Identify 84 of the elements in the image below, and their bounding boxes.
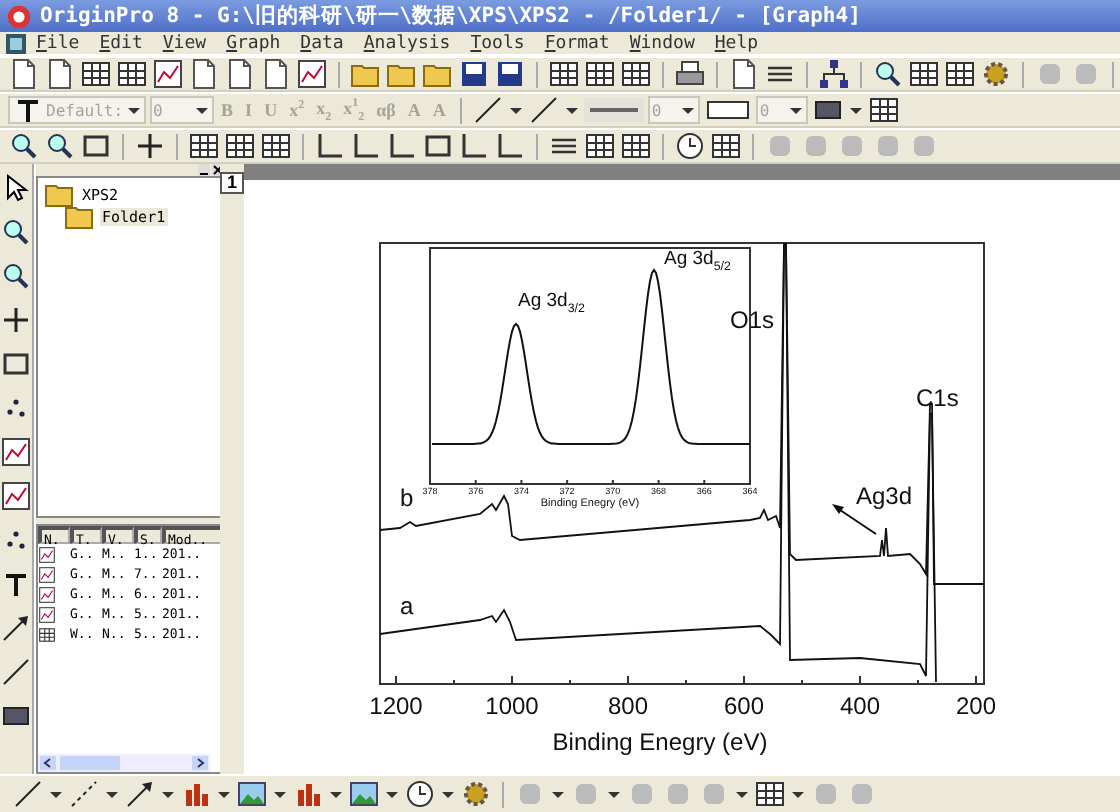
document-menu-icon[interactable] bbox=[6, 33, 26, 54]
dashed-line-icon[interactable] bbox=[68, 778, 100, 810]
tick-label: 1200 bbox=[369, 694, 423, 718]
gear-icon[interactable] bbox=[980, 58, 1012, 90]
magnifier-icon[interactable] bbox=[0, 216, 32, 248]
table-icon[interactable] bbox=[584, 130, 616, 162]
tick-label: 1000 bbox=[485, 694, 539, 718]
magnifier-icon[interactable] bbox=[872, 58, 904, 90]
picture-icon[interactable] bbox=[236, 778, 268, 810]
document-icon[interactable] bbox=[188, 58, 220, 90]
table-icon[interactable] bbox=[710, 130, 742, 162]
axes-icon[interactable] bbox=[314, 130, 346, 162]
chart-icon[interactable] bbox=[0, 436, 32, 468]
document-icon[interactable] bbox=[44, 58, 76, 90]
menu-item[interactable]: Data bbox=[290, 33, 354, 54]
series-label: b bbox=[400, 486, 414, 510]
table-icon[interactable] bbox=[260, 130, 292, 162]
clock-icon[interactable] bbox=[674, 130, 706, 162]
document-icon[interactable] bbox=[8, 58, 40, 90]
tick-label: 200 bbox=[955, 694, 997, 718]
chart-icon[interactable] bbox=[152, 58, 184, 90]
arrow-icon[interactable] bbox=[0, 612, 32, 644]
peak-label: C1s bbox=[916, 386, 959, 410]
line-icon[interactable] bbox=[12, 778, 44, 810]
printer-icon[interactable] bbox=[674, 58, 706, 90]
menu-item[interactable]: Tools bbox=[460, 33, 535, 54]
table-icon[interactable] bbox=[80, 58, 112, 90]
app-logo-icon bbox=[6, 3, 32, 30]
hierarchy-icon[interactable] bbox=[818, 58, 850, 90]
crosshair-icon[interactable] bbox=[134, 130, 166, 162]
text-tool-icon[interactable] bbox=[0, 568, 32, 600]
line-icon[interactable] bbox=[0, 656, 32, 688]
magnifier-icon[interactable] bbox=[44, 130, 76, 162]
axes-icon[interactable] bbox=[350, 130, 382, 162]
table-icon[interactable] bbox=[188, 130, 220, 162]
chart-icon[interactable] bbox=[0, 480, 32, 512]
frame-icon[interactable] bbox=[80, 130, 112, 162]
document-icon[interactable] bbox=[728, 58, 760, 90]
table-icon[interactable] bbox=[548, 58, 580, 90]
table-icon[interactable] bbox=[908, 58, 940, 90]
document-icon[interactable] bbox=[260, 58, 292, 90]
bar-chart-icon[interactable] bbox=[180, 778, 212, 810]
frame-icon[interactable] bbox=[422, 130, 454, 162]
clock-icon[interactable] bbox=[404, 778, 436, 810]
tick-label: 400 bbox=[839, 694, 881, 718]
gear-icon[interactable] bbox=[460, 778, 492, 810]
axes-icon[interactable] bbox=[458, 130, 490, 162]
minimize-icon[interactable] bbox=[197, 164, 210, 176]
peak-label: Ag 3d$_{3/2}$ bbox=[518, 292, 585, 317]
layer-tab[interactable]: 1 bbox=[220, 172, 243, 194]
menu-item[interactable]: Window bbox=[619, 33, 705, 54]
table-icon[interactable] bbox=[754, 778, 786, 810]
horizontal-scrollbar[interactable] bbox=[38, 754, 210, 772]
menu-item[interactable]: Analysis bbox=[353, 33, 461, 54]
menu-item[interactable]: Graph bbox=[216, 33, 291, 54]
menu-item[interactable]: File bbox=[26, 33, 90, 54]
menu-item[interactable]: Format bbox=[534, 33, 620, 54]
arrow-icon[interactable] bbox=[124, 778, 156, 810]
table-icon[interactable] bbox=[620, 58, 652, 90]
bar-chart-icon[interactable] bbox=[292, 778, 324, 810]
table-icon[interactable] bbox=[116, 58, 148, 90]
axis-title: Binding Enegry (eV) bbox=[552, 730, 768, 754]
menu-item[interactable]: Edit bbox=[89, 33, 153, 54]
series-label: a bbox=[400, 594, 414, 618]
peak-label: Ag 3d$_{5/2}$ bbox=[664, 250, 731, 275]
magnifier-icon[interactable] bbox=[0, 260, 32, 292]
table-icon[interactable] bbox=[224, 130, 256, 162]
frame-icon[interactable] bbox=[0, 348, 32, 380]
table-icon[interactable] bbox=[584, 58, 616, 90]
magnifier-icon[interactable] bbox=[8, 130, 40, 162]
menu-item[interactable]: View bbox=[152, 33, 217, 54]
menu-item[interactable]: Help bbox=[704, 33, 769, 54]
axes-icon[interactable] bbox=[386, 130, 418, 162]
axes-icon[interactable] bbox=[494, 130, 526, 162]
crosshair-icon[interactable] bbox=[0, 304, 32, 336]
table-icon[interactable] bbox=[944, 58, 976, 90]
window-title: OriginPro 8 - G:\旧的科研\研一\数据\XPS\XPS2 - /Folder1/ - [Graph4] bbox=[40, 2, 861, 31]
tick-label: 600 bbox=[723, 694, 765, 718]
chart-icon[interactable] bbox=[296, 58, 328, 90]
document-icon[interactable] bbox=[224, 58, 256, 90]
tick-label: 800 bbox=[607, 694, 649, 718]
peak-label: Ag3d bbox=[856, 484, 913, 508]
picture-icon[interactable] bbox=[348, 778, 380, 810]
table-icon[interactable] bbox=[620, 130, 652, 162]
